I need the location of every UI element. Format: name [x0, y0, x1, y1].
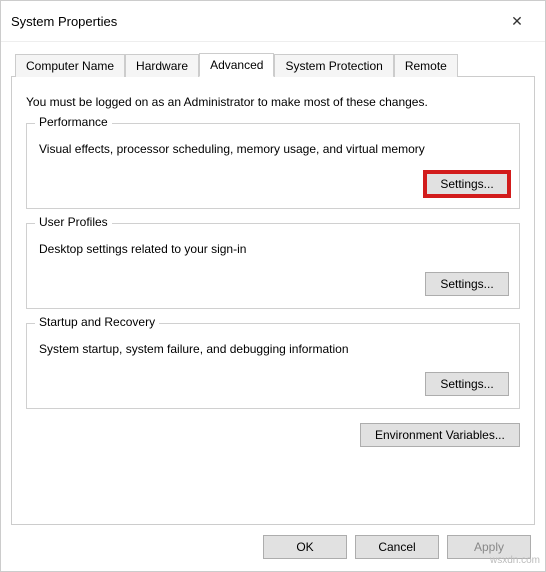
ok-button[interactable]: OK — [263, 535, 347, 559]
startup-recovery-settings-button[interactable]: Settings... — [425, 372, 509, 396]
tab-strip: Computer Name Hardware Advanced System P… — [11, 52, 535, 77]
dialog-button-row: OK Cancel Apply — [1, 525, 545, 571]
performance-settings-button[interactable]: Settings... — [425, 172, 509, 196]
performance-legend: Performance — [35, 115, 112, 129]
admin-notice: You must be logged on as an Administrato… — [26, 95, 520, 109]
user-profiles-legend: User Profiles — [35, 215, 112, 229]
group-startup-recovery: Startup and Recovery System startup, sys… — [26, 323, 520, 409]
tab-advanced[interactable]: Advanced — [199, 53, 274, 77]
content-area: Computer Name Hardware Advanced System P… — [1, 42, 545, 525]
group-user-profiles: User Profiles Desktop settings related t… — [26, 223, 520, 309]
cancel-button[interactable]: Cancel — [355, 535, 439, 559]
watermark: wsxdn.com — [490, 555, 540, 566]
tab-hardware[interactable]: Hardware — [125, 54, 199, 77]
environment-variables-button[interactable]: Environment Variables... — [360, 423, 520, 447]
tab-remote[interactable]: Remote — [394, 54, 458, 77]
user-profiles-settings-button[interactable]: Settings... — [425, 272, 509, 296]
titlebar: System Properties ✕ — [1, 1, 545, 42]
startup-recovery-legend: Startup and Recovery — [35, 315, 159, 329]
user-profiles-desc: Desktop settings related to your sign-in — [39, 242, 509, 256]
group-performance: Performance Visual effects, processor sc… — [26, 123, 520, 209]
close-icon: ✕ — [511, 13, 523, 30]
tab-page-advanced: You must be logged on as an Administrato… — [11, 77, 535, 525]
performance-desc: Visual effects, processor scheduling, me… — [39, 142, 509, 156]
system-properties-window: System Properties ✕ Computer Name Hardwa… — [0, 0, 546, 572]
window-title: System Properties — [11, 14, 117, 29]
close-button[interactable]: ✕ — [497, 7, 537, 35]
startup-recovery-desc: System startup, system failure, and debu… — [39, 342, 509, 356]
tab-system-protection[interactable]: System Protection — [274, 54, 393, 77]
tab-computer-name[interactable]: Computer Name — [15, 54, 125, 77]
